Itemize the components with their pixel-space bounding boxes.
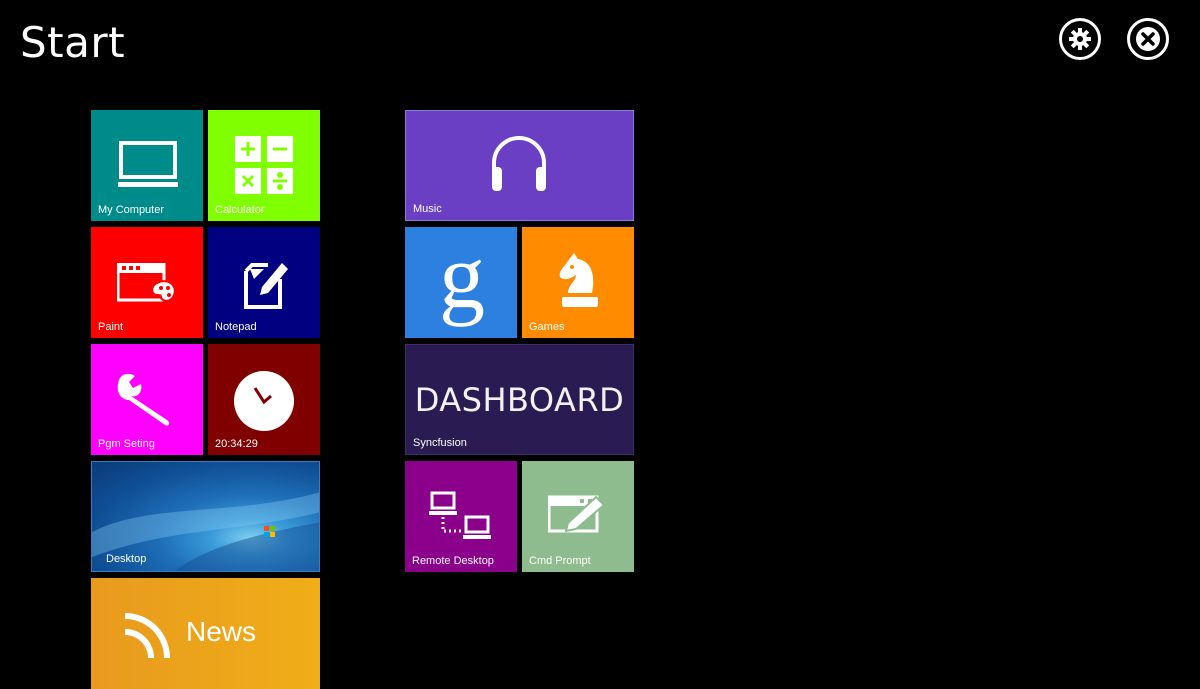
- chess-knight-icon: [559, 253, 598, 307]
- tile-paint[interactable]: Paint: [91, 227, 203, 338]
- tile-label: Calculator: [215, 204, 265, 216]
- tile-pgm-seting[interactable]: Pgm Seting: [91, 344, 203, 455]
- console-window-icon: [548, 495, 606, 533]
- tile-label: Music: [413, 203, 442, 215]
- tile-music[interactable]: Music: [405, 110, 634, 221]
- tile-notepad[interactable]: Notepad: [208, 227, 320, 338]
- notepad-edit-icon: [244, 263, 288, 309]
- tile-google[interactable]: g: [405, 227, 517, 338]
- tile-label: Cmd Prompt: [529, 555, 591, 567]
- news-title: News: [186, 616, 257, 647]
- paint-palette-icon: [117, 263, 176, 302]
- tile-label: Syncfusion: [413, 437, 467, 449]
- tile-label: Paint: [98, 321, 124, 333]
- wrench-icon: [117, 373, 170, 426]
- rss-icon: [124, 613, 170, 659]
- google-g-icon: g: [439, 237, 485, 327]
- close-button[interactable]: [1127, 18, 1169, 60]
- tile-news[interactable]: News: [91, 578, 320, 689]
- tile-label: 20:34:29: [215, 438, 258, 450]
- tile-games[interactable]: Games: [522, 227, 634, 338]
- headphones-icon: [492, 136, 546, 191]
- tile-syncfusion[interactable]: DASHBOARD Syncfusion: [405, 344, 634, 455]
- tile-label: Remote Desktop: [412, 555, 494, 567]
- tile-remote-desktop[interactable]: Remote Desktop: [405, 461, 517, 572]
- clock-icon: [234, 371, 294, 431]
- tile-cmd-prompt[interactable]: Cmd Prompt: [522, 461, 634, 572]
- dashboard-text: DASHBOARD: [414, 381, 625, 419]
- gear-icon: [1069, 28, 1091, 50]
- tile-desktop[interactable]: Desktop: [91, 461, 320, 572]
- tile-clock[interactable]: 20:34:29: [208, 344, 320, 455]
- page-title: Start: [20, 18, 126, 67]
- tile-label: Notepad: [215, 321, 257, 333]
- tile-label: Games: [529, 321, 565, 333]
- monitor-icon: [118, 141, 178, 187]
- calculator-icon: [235, 136, 293, 194]
- close-circle-icon: [1136, 27, 1160, 51]
- settings-button[interactable]: [1059, 18, 1101, 60]
- network-computers-icon: [429, 491, 491, 539]
- tile-label: Desktop: [106, 553, 147, 565]
- tile-label: Pgm Seting: [98, 438, 155, 450]
- tile-my-computer[interactable]: My Computer: [91, 110, 203, 221]
- tile-calculator[interactable]: Calculator: [208, 110, 320, 221]
- tile-label: My Computer: [98, 204, 165, 216]
- svg-text:g: g: [439, 237, 485, 327]
